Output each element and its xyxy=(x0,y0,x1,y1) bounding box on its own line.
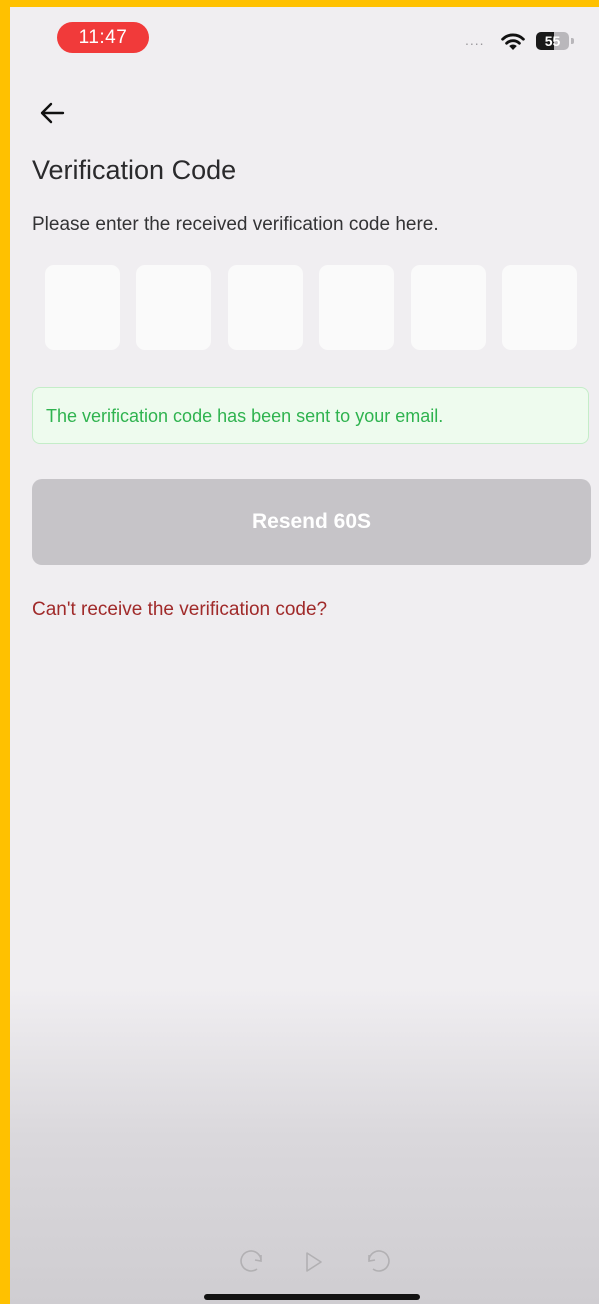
code-digit-1[interactable] xyxy=(45,265,120,350)
resend-button[interactable]: Resend 60S xyxy=(32,479,591,565)
code-digit-4[interactable] xyxy=(319,265,394,350)
media-controls xyxy=(240,1250,390,1272)
app-screen: 11:47 .... 55 Verification Code Please e… xyxy=(10,7,599,1304)
page-subtitle: Please enter the received verification c… xyxy=(32,214,439,235)
cellular-signal-icon: .... xyxy=(465,32,485,48)
rewind-10-icon xyxy=(240,1250,262,1272)
notice-text: The verification code has been sent to y… xyxy=(46,406,444,426)
wifi-icon xyxy=(501,33,525,50)
battery-tip xyxy=(571,38,574,44)
code-digit-6[interactable] xyxy=(502,265,577,350)
code-digit-3[interactable] xyxy=(228,265,303,350)
verification-code-inputs xyxy=(45,265,579,350)
play-icon xyxy=(306,1252,322,1272)
code-digit-5[interactable] xyxy=(411,265,486,350)
home-indicator[interactable] xyxy=(204,1294,420,1300)
arrow-left-icon xyxy=(40,102,65,124)
forward-10-icon xyxy=(368,1250,390,1272)
back-button[interactable] xyxy=(34,95,70,131)
battery-level: 55 xyxy=(544,33,561,49)
status-time: 11:47 xyxy=(57,22,149,53)
cant-receive-code-link[interactable]: Can't receive the verification code? xyxy=(32,599,327,621)
code-digit-2[interactable] xyxy=(136,265,211,350)
page-title: Verification Code xyxy=(32,155,237,185)
email-sent-notice: The verification code has been sent to y… xyxy=(32,387,589,444)
battery-icon: 55 xyxy=(536,32,574,50)
